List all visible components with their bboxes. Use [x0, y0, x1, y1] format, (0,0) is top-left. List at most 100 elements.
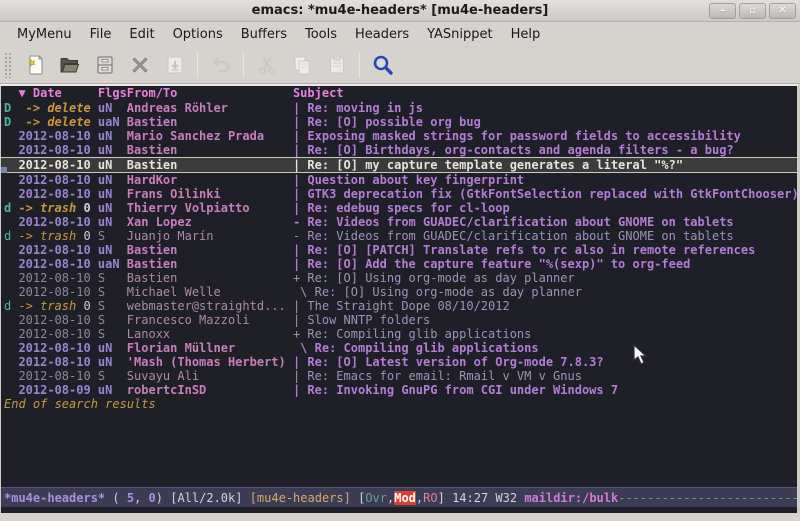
- menu-help[interactable]: Help: [502, 24, 550, 45]
- message-row[interactable]: d-> trash 0uNThierry Volpiatto| Re: edeb…: [4, 201, 797, 215]
- menu-options[interactable]: Options: [164, 24, 232, 45]
- pending-action-label: -> delete: [18, 101, 90, 115]
- message-row[interactable]: D -> deleteuNAndreas Röhler| Re: moving …: [4, 101, 797, 115]
- message-flags: uN: [98, 187, 127, 201]
- toolbar-separator: [243, 52, 244, 78]
- message-from: Bastien: [127, 257, 293, 271]
- message-date: 2012-08-10: [18, 129, 90, 143]
- message-date: 2012-08-09: [18, 383, 90, 397]
- mark-indicator: [4, 215, 18, 229]
- message-row[interactable]: 2012-08-10SMichael Welle \ Re: [O] Using…: [4, 285, 797, 299]
- modeline-sep: ): [156, 491, 170, 505]
- message-row[interactable]: 2012-08-10SBastien+ Re: [O] Using org-mo…: [4, 271, 797, 285]
- message-from: robertcInSD: [127, 383, 293, 397]
- undo-icon: [209, 53, 233, 77]
- message-row[interactable]: 2012-08-10SLanoxx+ Re: Compiling glib ap…: [4, 327, 797, 341]
- close-icon: ✕: [778, 6, 786, 16]
- close-button[interactable]: ✕: [769, 3, 796, 19]
- message-subject: | Re: [O] possible org bug: [293, 115, 797, 129]
- message-flags: uN: [98, 158, 127, 172]
- close-buffer-icon: [128, 53, 152, 77]
- message-subject: | Re: Emacs for email: Rmail v VM v Gnus: [293, 369, 797, 383]
- message-from: Florian Müllner: [127, 341, 293, 355]
- message-row[interactable]: 2012-08-10uNFrans Oilinki| GTK3 deprecat…: [4, 187, 797, 201]
- message-subject: \ Re: Compiling glib applications: [293, 341, 797, 355]
- message-row[interactable]: 2012-08-10uNFlorian Müllner \ Re: Compil…: [4, 341, 797, 355]
- message-date: 2012-08-10: [18, 285, 90, 299]
- message-subject: + Re: [O] Using org-mode as day planner: [293, 271, 797, 285]
- date-field: -> trash 0: [18, 201, 97, 215]
- new-file-button[interactable]: [17, 49, 52, 81]
- copy-button: [284, 49, 319, 81]
- modeline-overwrite-flag: Ovr: [365, 491, 387, 505]
- minibuffer[interactable]: [1, 507, 797, 513]
- message-row[interactable]: 2012-08-10uN'Mash (Thomas Herbert)| Re: …: [4, 355, 797, 369]
- date-field: -> trash 0: [18, 299, 97, 313]
- cut-button: [249, 49, 284, 81]
- message-row[interactable]: 2012-08-10uNMario Sanchez Prada| Exposin…: [4, 129, 797, 143]
- action-target-count: 0: [76, 201, 90, 215]
- message-row[interactable]: 2012-08-10SSuvayu Ali| Re: Emacs for ema…: [4, 369, 797, 383]
- menu-edit[interactable]: Edit: [120, 24, 163, 45]
- menu-buffers[interactable]: Buffers: [232, 24, 296, 45]
- open-file-icon: [58, 53, 82, 77]
- mark-indicator: D: [4, 101, 18, 115]
- message-row[interactable]: 2012-08-09uNrobertcInSD| Re: Invoking Gn…: [4, 383, 797, 397]
- message-date: 2012-08-10: [18, 355, 90, 369]
- message-flags: S: [98, 313, 127, 327]
- header-from-col: From/To: [127, 86, 293, 100]
- menu-tools[interactable]: Tools: [296, 24, 346, 45]
- menu-mymenu[interactable]: MyMenu: [8, 24, 81, 45]
- message-row[interactable]: 2012-08-10uNBastien| Re: [O] Birthdays, …: [4, 143, 797, 157]
- header-subject-col: Subject: [293, 86, 797, 100]
- toolbar-drag-handle[interactable]: [4, 52, 13, 78]
- message-subject: | Re: [O] my capture template generates …: [293, 158, 797, 172]
- menu-bar: MyMenuFileEditOptionsBuffersToolsHeaders…: [0, 22, 800, 46]
- message-row[interactable]: d-> trash 0Swebmaster@straightd...| The …: [4, 299, 797, 313]
- message-row[interactable]: 2012-08-10uaNBastien| Re: [O] Add the ca…: [4, 257, 797, 271]
- mark-indicator: d: [4, 229, 18, 243]
- menu-file[interactable]: File: [81, 24, 121, 45]
- minimize-button[interactable]: –: [709, 3, 736, 19]
- message-from: Bastien: [127, 271, 293, 285]
- open-file-button[interactable]: [52, 49, 87, 81]
- dired-button[interactable]: [87, 49, 122, 81]
- date-field: 2012-08-10: [18, 327, 97, 341]
- message-row[interactable]: 2012-08-10uNBastien| Re: [O] [PATCH] Tra…: [4, 243, 797, 257]
- dired-icon: [93, 53, 117, 77]
- menu-yasnippet[interactable]: YASnippet: [418, 24, 502, 45]
- message-row[interactable]: 2012-08-10uNBastien| Re: [O] my capture …: [1, 157, 797, 173]
- message-flags: uN: [98, 129, 127, 143]
- message-from: Michael Welle: [127, 285, 293, 299]
- search-button[interactable]: [365, 49, 400, 81]
- header-flags-col: Flgs: [98, 86, 127, 100]
- minimize-icon: –: [720, 6, 725, 16]
- message-date: 2012-08-10: [18, 187, 90, 201]
- close-buffer-button[interactable]: [122, 49, 157, 81]
- message-from: Mario Sanchez Prada: [127, 129, 293, 143]
- message-flags: uN: [98, 143, 127, 157]
- message-flags: uN: [98, 243, 127, 257]
- maximize-button[interactable]: ▫: [739, 3, 766, 19]
- date-field: -> trash 0: [18, 229, 97, 243]
- mark-indicator: [4, 285, 18, 299]
- menu-headers[interactable]: Headers: [346, 24, 418, 45]
- header-date-col[interactable]: ▼ Date: [18, 86, 97, 100]
- message-row[interactable]: d-> trash 0SJuanjo Marín- Re: Videos fro…: [4, 229, 797, 243]
- message-row[interactable]: 2012-08-10SFrancesco Mazzoli| Slow NNTP …: [4, 313, 797, 327]
- modeline-buffer-size: [All/2.0k]: [170, 491, 249, 505]
- message-list: D -> deleteuNAndreas Röhler| Re: moving …: [4, 101, 797, 397]
- message-row[interactable]: D -> deleteuaNBastien| Re: [O] possible …: [4, 115, 797, 129]
- message-row[interactable]: 2012-08-10uNXan Lopez- Re: Videos from G…: [4, 215, 797, 229]
- message-date: 2012-08-10: [18, 313, 90, 327]
- message-subject: | Re: moving in js: [293, 101, 797, 115]
- mode-line: *mu4e-headers* ( 5, 0) [All/2.0k] [mu4e-…: [1, 487, 797, 507]
- message-from: Lanoxx: [127, 327, 293, 341]
- mark-indicator: [4, 341, 18, 355]
- window-title: emacs: *mu4e-headers* [mu4e-headers]: [252, 3, 549, 18]
- date-field: -> delete: [18, 115, 97, 129]
- message-row[interactable]: 2012-08-10uNHardKor| Question about key …: [4, 173, 797, 187]
- mark-indicator: D: [4, 115, 18, 129]
- pending-action-label: -> delete: [18, 115, 90, 129]
- message-flags: uN: [98, 215, 127, 229]
